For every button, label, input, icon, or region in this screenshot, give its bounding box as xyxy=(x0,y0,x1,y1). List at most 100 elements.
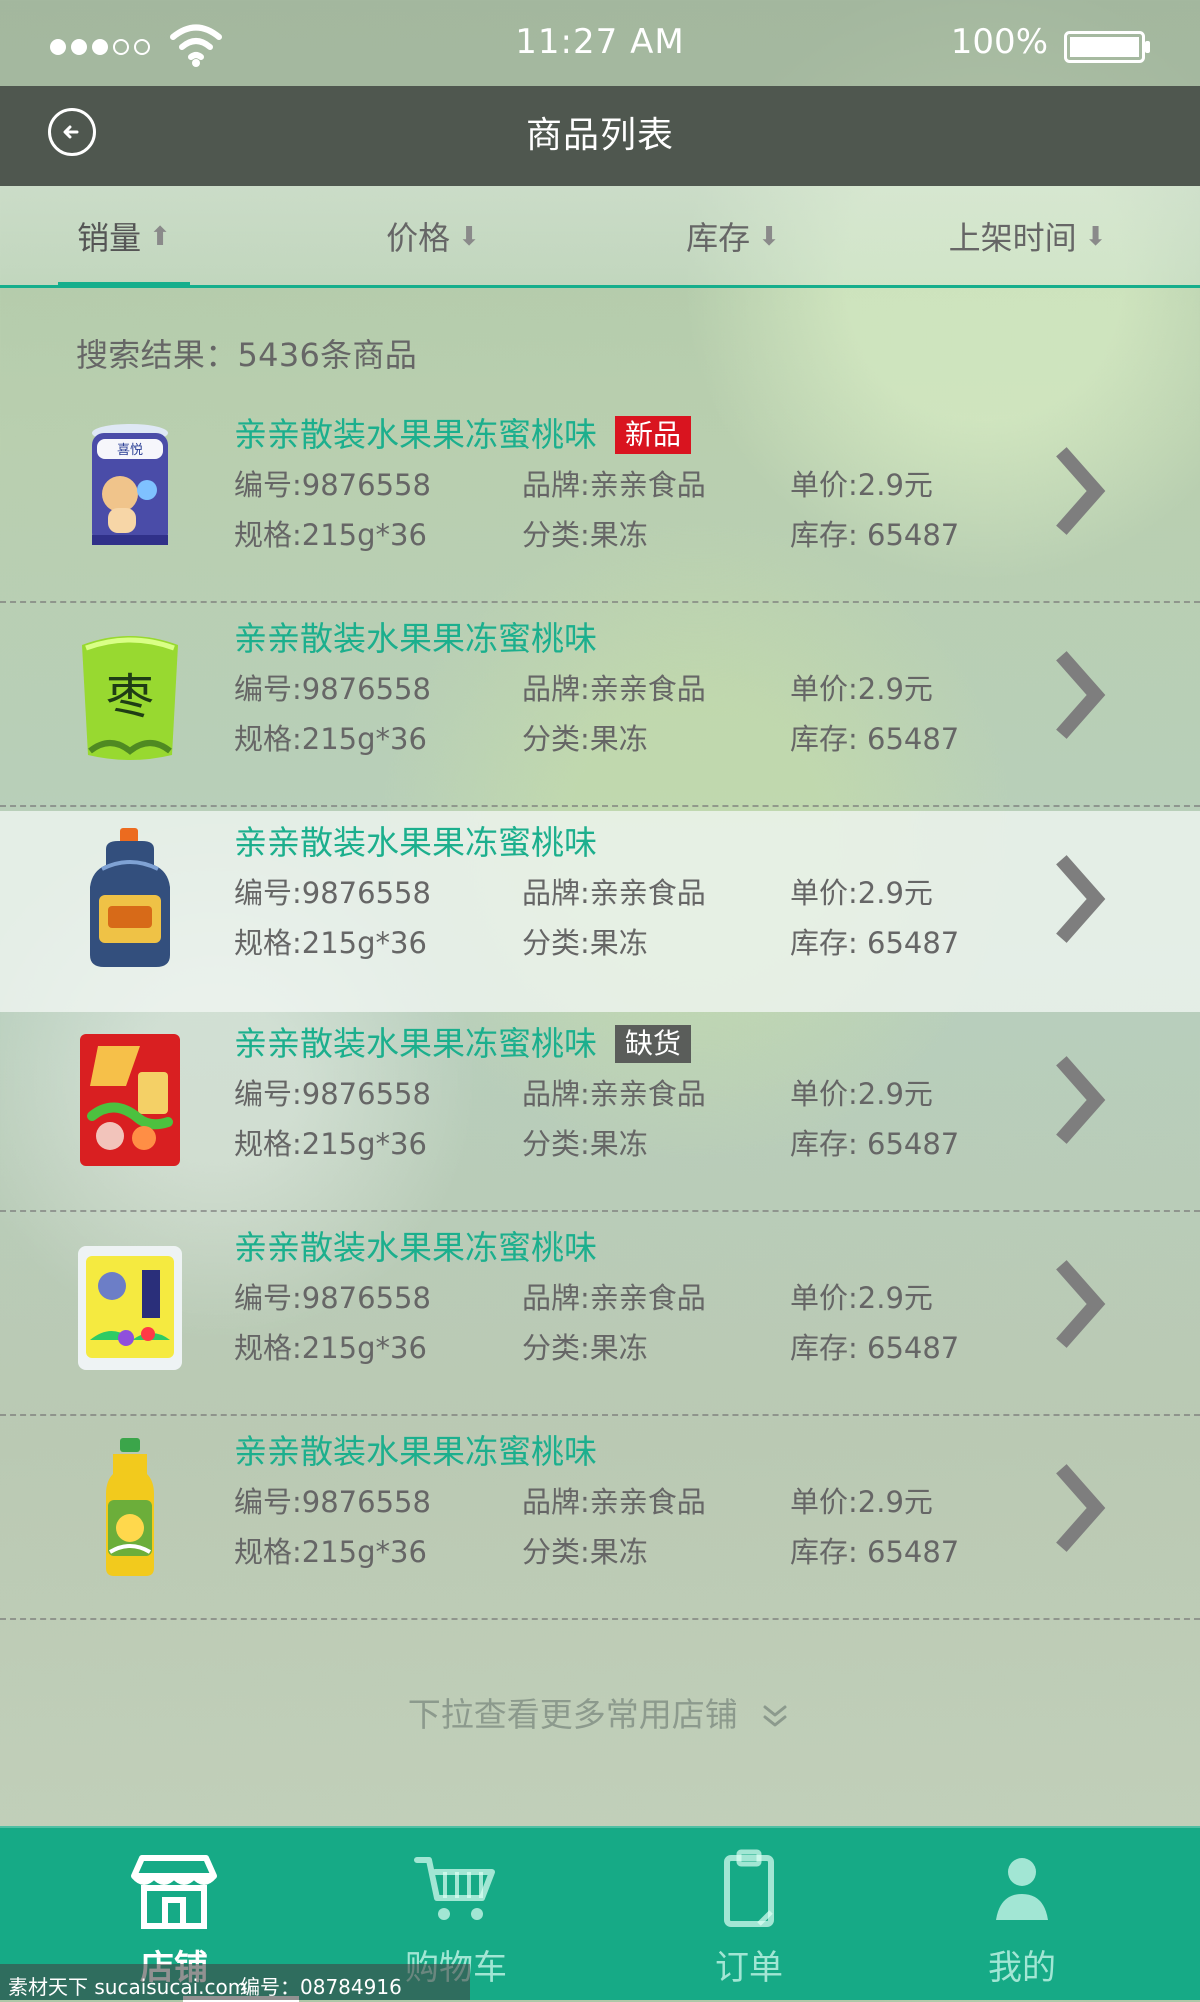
sort-tab-label: 上架时间 xyxy=(948,219,1077,257)
product-price: 单价:2.9元 xyxy=(790,1077,933,1111)
product-spec: 规格:215g*36 xyxy=(234,926,427,960)
product-row[interactable]: 亲亲散装水果果冻蜜桃味 编号:9876558 品牌:亲亲食品 单价:2.9元 规… xyxy=(0,1420,1200,1620)
red-seasoning-pack-icon xyxy=(68,1024,192,1174)
product-brand: 品牌:亲亲食品 xyxy=(522,1077,706,1111)
sort-tab-label: 销量 xyxy=(77,219,142,257)
product-row-selected[interactable]: 亲亲散装水果果冻蜜桃味 编号:9876558 品牌:亲亲食品 单价:2.9元 规… xyxy=(0,811,1200,1012)
sort-down-icon: ⬇ xyxy=(758,222,780,252)
bottom-nav-profile[interactable]: 我的 xyxy=(912,1828,1132,2002)
status-bar: 11:27 AM 100% xyxy=(0,0,1200,86)
product-code: 编号:9876558 xyxy=(234,876,431,910)
product-row[interactable]: 亲亲散装水果果冻蜜桃味 编号:9876558 品牌:亲亲食品 单价:2.9元 规… xyxy=(0,1216,1200,1416)
product-name: 亲亲散装水果果冻蜜桃味 xyxy=(234,415,597,454)
new-badge: 新品 xyxy=(615,416,692,454)
sort-tab-price[interactable]: 价格 ⬇ xyxy=(343,186,523,286)
product-name: 亲亲散装水果果冻蜜桃味 xyxy=(234,619,597,658)
product-title-wrap: 亲亲散装水果果冻蜜桃味 缺货 xyxy=(234,1020,692,1068)
product-spec: 规格:215g*36 xyxy=(234,1535,427,1569)
chevron-right-icon[interactable] xyxy=(1048,1258,1114,1350)
product-price: 单价:2.9元 xyxy=(790,672,933,706)
product-price: 单价:2.9元 xyxy=(790,1485,933,1519)
product-category: 分类:果冻 xyxy=(522,722,648,756)
chevron-right-icon[interactable] xyxy=(1048,853,1114,945)
sort-tabs: 销量 ⬆ 价格 ⬇ 库存 ⬇ 上架时间 ⬇ xyxy=(0,186,1200,288)
double-chevron-down-icon xyxy=(763,1705,787,1726)
product-title-wrap: 亲亲散装水果果冻蜜桃味 新品 xyxy=(234,411,692,459)
product-title-wrap: 亲亲散装水果果冻蜜桃味 xyxy=(234,1224,597,1272)
watermark-id: 编号：08784916 xyxy=(240,1975,402,1999)
product-price: 单价:2.9元 xyxy=(790,876,933,910)
out-of-stock-badge: 缺货 xyxy=(615,1025,692,1063)
green-bag-icon: 枣 xyxy=(68,619,192,769)
navigation-bar: 商品列表 xyxy=(0,86,1200,186)
product-title-wrap: 亲亲散装水果果冻蜜桃味 xyxy=(234,819,597,867)
battery-percentage: 100% xyxy=(950,22,1048,62)
product-row[interactable]: 枣 亲亲散装水果果冻蜜桃味 编号:9876558 品牌:亲亲食品 单价:2.9元… xyxy=(0,607,1200,807)
pull-more-text: 下拉查看更多常用店铺 xyxy=(407,1695,738,1734)
product-brand: 品牌:亲亲食品 xyxy=(522,468,706,502)
chevron-right-icon[interactable] xyxy=(1048,1054,1114,1146)
product-spec: 规格:215g*36 xyxy=(234,518,427,552)
sauce-bottle-icon xyxy=(68,823,192,973)
sort-tab-label: 价格 xyxy=(386,219,451,257)
product-price: 单价:2.9元 xyxy=(790,1281,933,1315)
product-row[interactable]: 亲亲散装水果果冻蜜桃味 缺货 编号:9876558 品牌:亲亲食品 单价:2.9… xyxy=(0,1012,1200,1212)
cart-icon xyxy=(414,1857,495,1920)
page-title: 商品列表 xyxy=(525,115,674,156)
watermark-text: 素材天下 sucaisucai.com xyxy=(8,1975,248,1999)
tea-bottle-icon xyxy=(68,1432,192,1582)
product-brand: 品牌:亲亲食品 xyxy=(522,672,706,706)
chevron-right-icon[interactable] xyxy=(1048,445,1114,537)
product-category: 分类:果冻 xyxy=(522,926,648,960)
store-icon xyxy=(131,1855,217,1929)
product-code: 编号:9876558 xyxy=(234,1281,431,1315)
sort-tab-label: 库存 xyxy=(686,219,751,257)
product-category: 分类:果冻 xyxy=(522,1331,648,1365)
spice-pack-icon xyxy=(68,1228,192,1378)
product-brand: 品牌:亲亲食品 xyxy=(522,1281,706,1315)
product-stock: 库存: 65487 xyxy=(790,518,960,552)
sort-tab-stock[interactable]: 库存 ⬇ xyxy=(643,186,823,286)
product-stock: 库存: 65487 xyxy=(790,926,960,960)
user-icon xyxy=(996,1858,1048,1920)
product-code: 编号:9876558 xyxy=(234,672,431,706)
watermark-banner: 素材天下 sucaisucai.com 编号：08784916 xyxy=(0,1964,470,2000)
product-category: 分类:果冻 xyxy=(522,1127,648,1161)
svg-text:喜悦: 喜悦 xyxy=(117,443,143,458)
product-name: 亲亲散装水果果冻蜜桃味 xyxy=(234,1432,597,1471)
product-code: 编号:9876558 xyxy=(234,468,431,502)
product-stock: 库存: 65487 xyxy=(790,1127,960,1161)
sort-down-icon: ⬇ xyxy=(458,222,480,252)
product-spec: 规格:215g*36 xyxy=(234,1127,427,1161)
chevron-right-icon[interactable] xyxy=(1048,1462,1114,1554)
product-category: 分类:果冻 xyxy=(522,518,648,552)
product-name: 亲亲散装水果果冻蜜桃味 xyxy=(234,1228,597,1267)
product-title-wrap: 亲亲散装水果果冻蜜桃味 xyxy=(234,615,597,663)
product-name: 亲亲散装水果果冻蜜桃味 xyxy=(234,1024,597,1063)
product-code: 编号:9876558 xyxy=(234,1485,431,1519)
product-row[interactable]: 喜悦 亲亲散装水果果冻蜜桃味 新品 编号:9876558 品牌:亲亲食品 单价:… xyxy=(0,403,1200,603)
product-category: 分类:果冻 xyxy=(522,1535,648,1569)
sort-down-icon: ⬇ xyxy=(1084,222,1107,252)
bottom-nav-label: 订单 xyxy=(715,1948,783,1988)
sort-tab-listing-time[interactable]: 上架时间 ⬇ xyxy=(925,186,1130,286)
product-title-wrap: 亲亲散装水果果冻蜜桃味 xyxy=(234,1428,597,1476)
product-spec: 规格:215g*36 xyxy=(234,722,427,756)
product-name: 亲亲散装水果果冻蜜桃味 xyxy=(234,823,597,862)
bottom-nav-orders[interactable]: 订单 xyxy=(639,1828,859,2002)
product-spec: 规格:215g*36 xyxy=(234,1331,427,1365)
jelly-can-icon: 喜悦 xyxy=(68,415,192,565)
battery-icon xyxy=(1064,31,1150,63)
product-brand: 品牌:亲亲食品 xyxy=(522,876,706,910)
chevron-right-icon[interactable] xyxy=(1048,649,1114,741)
product-stock: 库存: 65487 xyxy=(790,1331,960,1365)
product-brand: 品牌:亲亲食品 xyxy=(522,1485,706,1519)
pull-more-hint[interactable]: 下拉查看更多常用店铺 xyxy=(0,1688,1200,1736)
bottom-nav-label: 我的 xyxy=(988,1948,1056,1988)
svg-text:枣: 枣 xyxy=(106,669,154,725)
sort-up-icon: ⬆ xyxy=(149,222,171,252)
search-summary: 搜索结果：5436条商品 xyxy=(76,336,418,374)
sort-tab-sales[interactable]: 销量 ⬆ xyxy=(48,186,200,286)
product-stock: 库存: 65487 xyxy=(790,1535,960,1569)
product-code: 编号:9876558 xyxy=(234,1077,431,1111)
